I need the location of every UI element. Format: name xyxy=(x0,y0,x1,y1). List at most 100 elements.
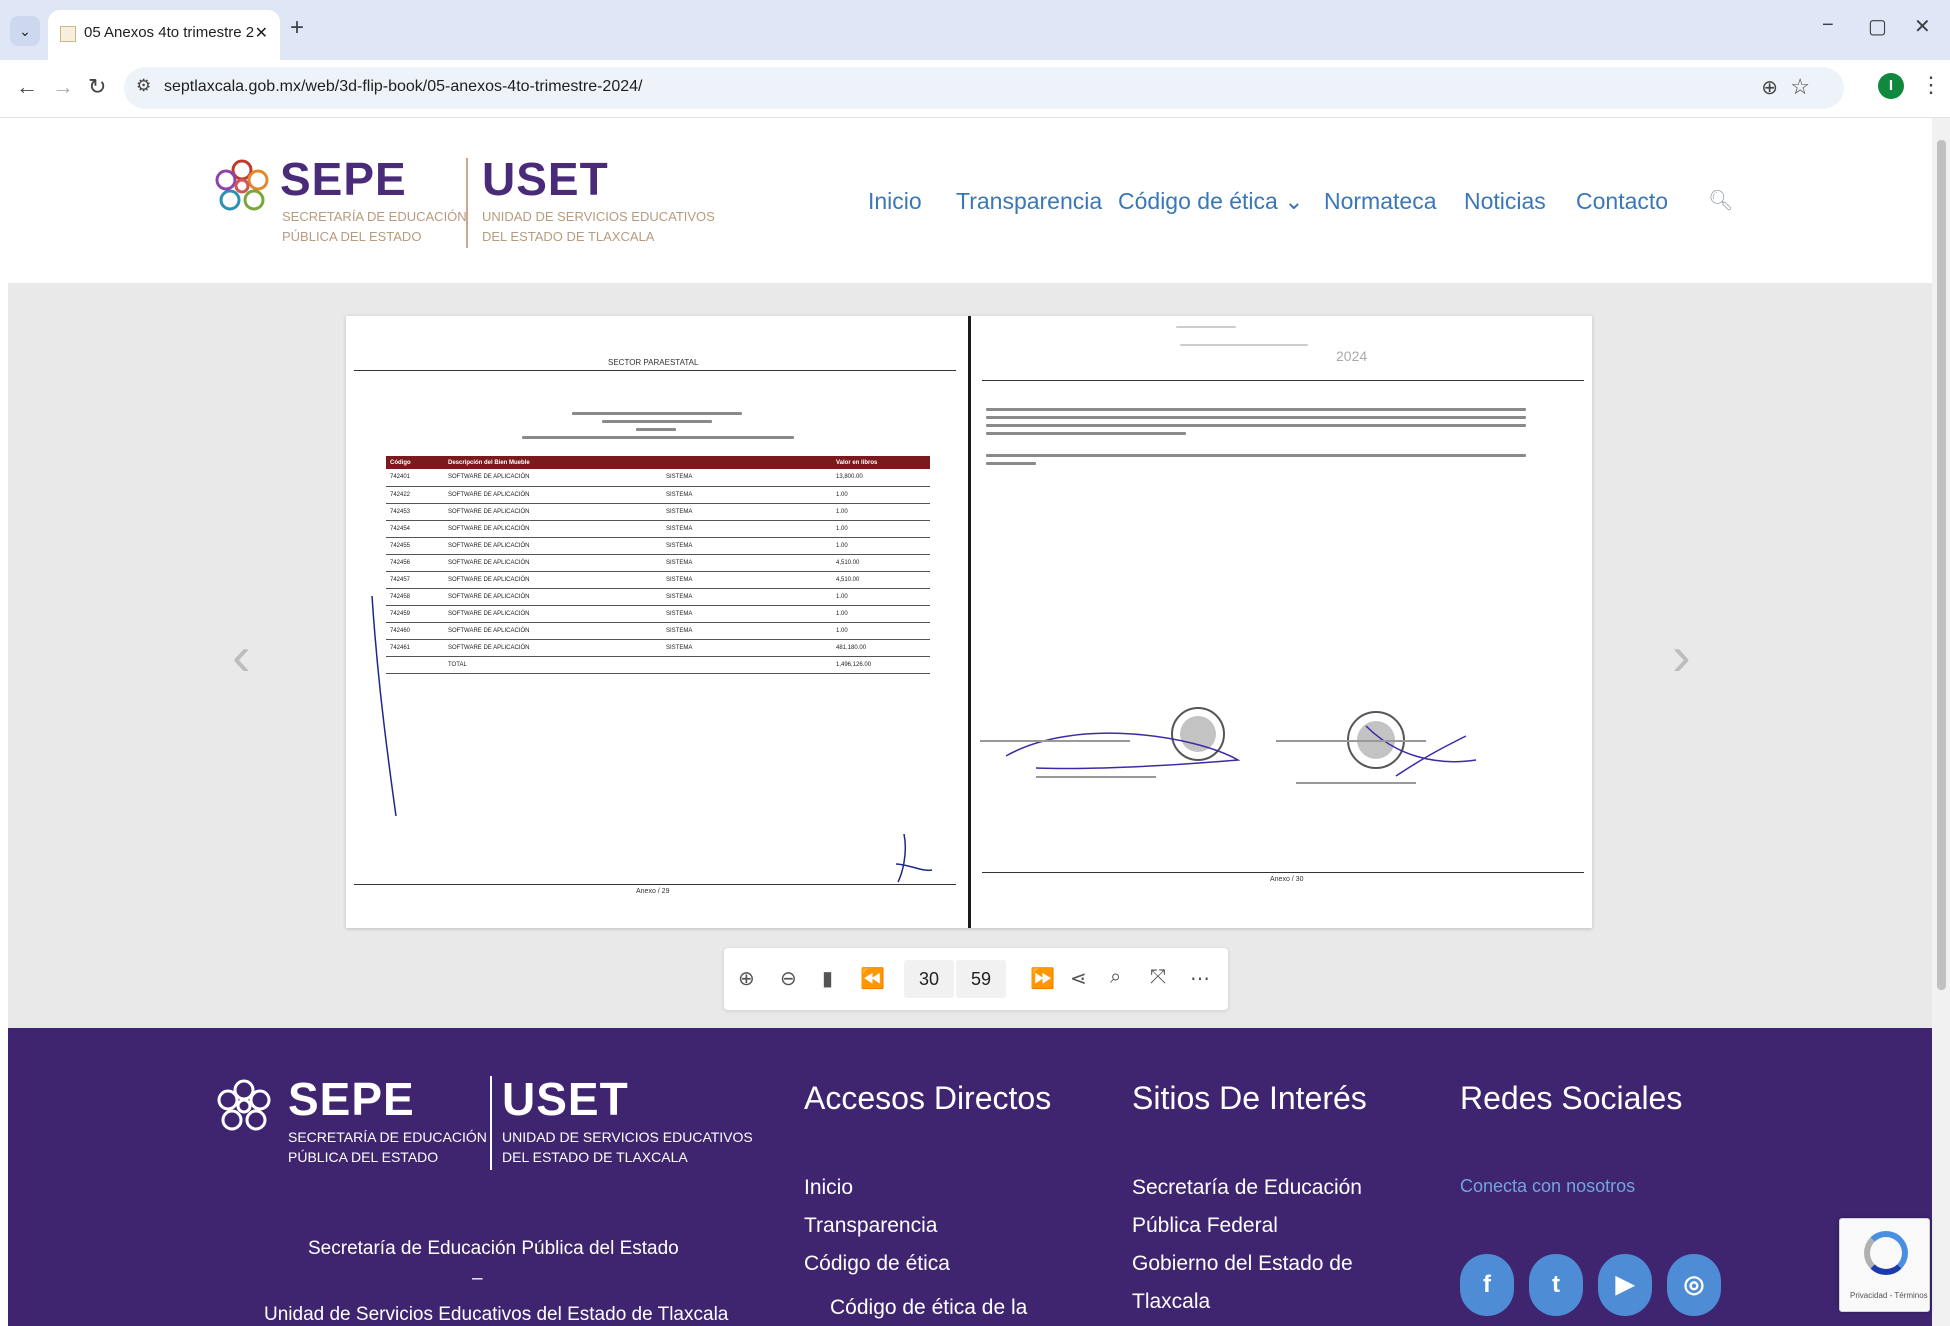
table-cell: SOFTWARE DE APLICACIÓN xyxy=(444,469,662,487)
footer-flower-logo-icon xyxy=(217,1079,271,1131)
table-cell: SOFTWARE DE APLICACIÓN xyxy=(444,571,662,589)
tab-close-icon[interactable]: ✕ xyxy=(255,23,268,43)
first-page-icon[interactable]: ⏪ xyxy=(860,966,885,991)
browser-toolbar: ← → ↻ ⚙ septlaxcala.gob.mx/web/3d-flip-b… xyxy=(0,60,1950,118)
recaptcha-icon xyxy=(1864,1231,1908,1275)
paragraph-line xyxy=(986,462,1036,465)
table-row: 742461 SOFTWARE DE APLICACIÓN SISTEMA 481,1… xyxy=(386,639,930,657)
footer-sepe-logo-text: SEPE xyxy=(288,1073,415,1125)
search-icon[interactable]: 🔍︎ xyxy=(1708,188,1733,213)
nav-contacto[interactable]: Contacto xyxy=(1576,188,1668,215)
bookmark-star-icon[interactable]: ☆ xyxy=(1790,74,1810,100)
facebook-icon[interactable]: f xyxy=(1460,1254,1514,1316)
table-cell: SISTEMA xyxy=(662,588,832,606)
nav-noticias[interactable]: Noticias xyxy=(1464,188,1546,215)
new-tab-button[interactable]: + xyxy=(290,14,304,42)
zoom-icon[interactable]: ⊕ xyxy=(1761,75,1778,100)
redes-sociales-heading: Redes Sociales xyxy=(1460,1080,1683,1116)
footer-link-gobierno-tlaxcala-line2[interactable]: Tlaxcala xyxy=(1132,1290,1210,1314)
nav-normateca[interactable]: Normateca xyxy=(1324,188,1436,215)
reload-icon[interactable]: ↻ xyxy=(88,74,106,100)
table-cell: 481,180.00 xyxy=(832,639,930,657)
recaptcha-badge[interactable]: Privacidad - Términos xyxy=(1839,1218,1930,1312)
browser-tab[interactable]: 05 Anexos 4to trimestre 2024 - ✕ xyxy=(48,10,280,60)
table-cell: 1,496,126.00 xyxy=(832,656,930,674)
footer-link-sep-federal-line2[interactable]: Pública Federal xyxy=(1132,1214,1278,1238)
footer-link-gobierno-tlaxcala[interactable]: Gobierno del Estado de xyxy=(1132,1252,1353,1276)
address-bar[interactable]: ⚙ septlaxcala.gob.mx/web/3d-flip-book/05… xyxy=(124,67,1844,109)
uset-logo-text: USET xyxy=(482,153,609,205)
share-icon[interactable]: ⋖ xyxy=(1070,966,1087,991)
table-header: Descripción del Bien Mueble xyxy=(444,456,662,469)
book-spread[interactable]: SECTOR PARAESTATAL Código Descripción de… xyxy=(346,316,1592,928)
fullscreen-icon[interactable]: ⤧ xyxy=(1150,966,1166,989)
conecta-con-nosotros: Conecta con nosotros xyxy=(1460,1176,1636,1196)
footer-link-sep-federal[interactable]: Secretaría de Educación xyxy=(1132,1176,1362,1200)
doc-title-line xyxy=(522,436,794,439)
doc-title-line xyxy=(636,428,676,431)
book-spine xyxy=(968,316,971,928)
table-header: Valor en libros xyxy=(832,456,930,469)
footer-link-codigo-etica[interactable]: Código de ética xyxy=(804,1252,950,1276)
table-cell: SISTEMA xyxy=(662,605,832,623)
flipbook-viewer: ‹ › SECTOR PARAESTATAL Código Descripció… xyxy=(8,283,1932,1028)
nav-inicio[interactable]: Inicio xyxy=(868,188,922,215)
table-row: 742453 SOFTWARE DE APLICACIÓN SISTEMA 1.00 xyxy=(386,503,930,521)
left-page-footer: Anexo / 29 xyxy=(636,888,670,895)
site-footer: SEPE SECRETARÍA DE EDUCACIÓN PÚBLICA DEL… xyxy=(8,1028,1932,1326)
minimize-button[interactable]: − xyxy=(1822,14,1834,37)
browser-menu-icon[interactable]: ⋮ xyxy=(1920,72,1942,98)
close-window-button[interactable]: ✕ xyxy=(1914,14,1931,39)
more-icon[interactable]: ⋯ xyxy=(1190,966,1210,991)
search-icon[interactable]: ⌕ xyxy=(1110,966,1121,989)
footer-link-codigo-etica-de-la[interactable]: Código de ética de la xyxy=(830,1296,1027,1320)
footer-sepe-sub1: SECRETARÍA DE EDUCACIÓN xyxy=(288,1129,487,1145)
table-row: 742457 SOFTWARE DE APLICACIÓN SISTEMA 4,510… xyxy=(386,571,930,589)
initials-signature-icon xyxy=(895,834,933,883)
sitios-de-interes-heading: Sitios De Interés xyxy=(1132,1080,1367,1116)
table-row: 742455 SOFTWARE DE APLICACIÓN SISTEMA 1.00 xyxy=(386,537,930,555)
nav-codigo-de-etica[interactable]: Código de ética ⌄ xyxy=(1118,188,1304,215)
doc-header-line xyxy=(1180,344,1308,346)
scrollbar-thumb[interactable] xyxy=(1937,140,1946,990)
table-cell: 1.00 xyxy=(832,520,930,538)
page-scrollbar[interactable] xyxy=(1932,118,1950,1326)
youtube-icon[interactable]: ▶ xyxy=(1598,1254,1652,1316)
footer-uset-sub2: DEL ESTADO DE TLAXCALA xyxy=(502,1149,688,1165)
sepe-logo-text: SEPE xyxy=(280,153,407,205)
zoom-out-icon[interactable]: ⊖ xyxy=(780,966,797,991)
right-page-bottom-rule xyxy=(982,872,1584,873)
nav-transparencia[interactable]: Transparencia xyxy=(956,188,1102,215)
bookmark-icon[interactable]: ▮ xyxy=(822,966,833,991)
zoom-in-icon[interactable]: ⊕ xyxy=(738,966,755,991)
tab-search-chevron-icon[interactable]: ⌄ xyxy=(10,16,40,46)
next-page-arrow-icon[interactable]: › xyxy=(1672,623,1691,688)
table-cell: SOFTWARE DE APLICACIÓN xyxy=(444,503,662,521)
last-page-icon[interactable]: ⏩ xyxy=(1030,966,1055,991)
table-cell: SISTEMA xyxy=(662,554,832,572)
prev-page-arrow-icon[interactable]: ‹ xyxy=(232,623,251,688)
profile-avatar[interactable]: I xyxy=(1878,73,1904,99)
table-cell: SISTEMA xyxy=(662,486,832,504)
table-cell: 13,800.00 xyxy=(832,469,930,487)
table-cell: SISTEMA xyxy=(662,537,832,555)
table-row: 742458 SOFTWARE DE APLICACIÓN SISTEMA 1.00 xyxy=(386,588,930,606)
instagram-icon[interactable]: ◎ xyxy=(1667,1254,1721,1316)
back-arrow-icon[interactable]: ← xyxy=(16,74,38,100)
table-cell: SISTEMA xyxy=(662,520,832,538)
footer-uset-logo-text: USET xyxy=(502,1073,629,1125)
table-cell: 4,510.00 xyxy=(832,554,930,572)
doc-header-line xyxy=(1176,326,1236,328)
twitter-icon[interactable]: t xyxy=(1529,1254,1583,1316)
recaptcha-text: Privacidad - Términos xyxy=(1850,1291,1928,1300)
current-page-input[interactable]: 30 xyxy=(904,960,954,998)
footer-link-transparencia[interactable]: Transparencia xyxy=(804,1214,937,1238)
restore-button[interactable]: ▢ xyxy=(1868,14,1887,39)
site-settings-icon[interactable]: ⚙ xyxy=(136,76,151,96)
table-cell: 1.00 xyxy=(832,503,930,521)
footer-org-uset: Unidad de Servicios Educativos del Estad… xyxy=(264,1304,729,1325)
forward-arrow-icon[interactable]: → xyxy=(52,74,74,100)
web-page: SEPE SECRETARÍA DE EDUCACIÓN PÚBLICA DEL… xyxy=(0,118,1950,1326)
footer-link-inicio[interactable]: Inicio xyxy=(804,1176,853,1200)
url-text[interactable]: septlaxcala.gob.mx/web/3d-flip-book/05-a… xyxy=(164,78,642,96)
